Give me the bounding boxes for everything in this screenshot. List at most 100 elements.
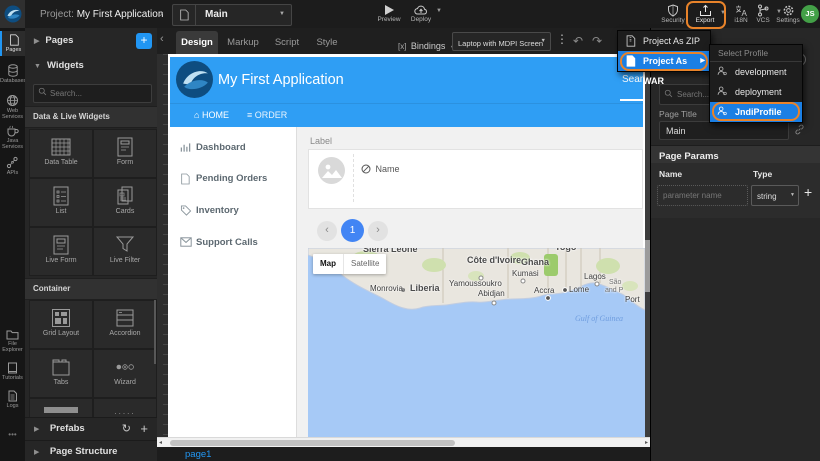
- widgets-section-header[interactable]: ▼Widgets: [25, 55, 157, 77]
- nav-order-link[interactable]: ≡ ORDER: [247, 110, 287, 120]
- api-icon: [6, 156, 19, 169]
- rail-item-logs[interactable]: Logs: [0, 390, 25, 409]
- user-avatar[interactable]: JS: [801, 5, 819, 23]
- rail-item-apis[interactable]: APIs: [0, 156, 25, 176]
- menu-item-deployment[interactable]: deployment: [710, 82, 802, 102]
- menu-item-support-calls[interactable]: Support Calls: [170, 234, 296, 254]
- panel-scrollbar[interactable]: [154, 300, 156, 364]
- pagination-next-button[interactable]: ›: [368, 221, 388, 241]
- widget-tile-partial[interactable]: .....: [94, 399, 156, 417]
- widget-tile-data-table[interactable]: Data Table: [30, 130, 92, 177]
- rail-item-tutorials[interactable]: Tutorials: [0, 362, 25, 381]
- page-structure-header[interactable]: ▶ Page Structure: [25, 440, 157, 461]
- widget-tile-form[interactable]: Form: [94, 130, 156, 177]
- pagination-page-1[interactable]: 1: [341, 219, 364, 242]
- cloud-upload-icon: [414, 4, 428, 16]
- param-type-value: string: [757, 192, 777, 201]
- menu-item-inventory[interactable]: Inventory: [170, 202, 296, 222]
- scroll-left-arrow[interactable]: ◂: [159, 439, 162, 446]
- menu-item-project-as-war[interactable]: Project As WAR ▶: [618, 51, 710, 71]
- widget-tile-live-form[interactable]: Live Form: [30, 228, 92, 275]
- menu-item-pending-orders[interactable]: Pending Orders: [170, 170, 296, 190]
- settings-button[interactable]: Settings ▼: [772, 4, 804, 24]
- scrollbar-thumb[interactable]: [170, 440, 455, 446]
- widget-tile-partial[interactable]: [30, 399, 92, 417]
- prefabs-section-header[interactable]: ▶ Prefabs ↻ +: [25, 417, 157, 440]
- collapse-panel-icon[interactable]: ‹: [160, 33, 164, 45]
- list-widget[interactable]: Name: [308, 149, 643, 209]
- satellite-button[interactable]: Satellite: [344, 254, 386, 274]
- export-button[interactable]: Export ▼: [688, 4, 722, 24]
- param-type-select[interactable]: string ▼: [751, 185, 799, 206]
- page-selector-dropdown[interactable]: Main ▼: [172, 4, 292, 26]
- more-options-icon[interactable]: ⋮: [556, 32, 568, 46]
- map-button[interactable]: Map: [313, 254, 343, 274]
- nav-home-link[interactable]: ⌂ HOME: [194, 110, 229, 120]
- menu-item-label: JndiProfile: [735, 102, 782, 122]
- more-dots-icon: •••: [8, 430, 16, 439]
- image-icon: [318, 157, 345, 184]
- widget-tile-cards[interactable]: Cards: [94, 179, 156, 226]
- page-structure-label: Page Structure: [50, 446, 118, 457]
- book-icon: [7, 362, 18, 374]
- widget-tile-accordion[interactable]: Accordion: [94, 301, 156, 348]
- add-param-button[interactable]: +: [804, 184, 812, 200]
- label-widget[interactable]: Label: [310, 136, 332, 146]
- device-selector[interactable]: Laptop with MDPI Screen ▼: [452, 32, 551, 51]
- rail-more-button[interactable]: •••: [0, 432, 25, 438]
- undo-icon[interactable]: ↶: [573, 34, 583, 48]
- param-name-input[interactable]: [657, 185, 748, 206]
- menu-item-label: Dashboard: [196, 142, 246, 153]
- widget-search-input[interactable]: [33, 84, 152, 103]
- rail-item-pages[interactable]: Pages: [0, 31, 25, 56]
- pagination-prev-button[interactable]: ‹: [317, 221, 337, 241]
- deploy-label: Deploy: [402, 16, 440, 23]
- project-label: Project:: [40, 9, 74, 20]
- refresh-prefabs-icon[interactable]: ↻: [122, 422, 131, 435]
- security-button[interactable]: Security: [654, 4, 692, 24]
- globe-icon: [6, 94, 19, 107]
- scroll-right-arrow[interactable]: ▸: [645, 439, 648, 446]
- breadcrumb-chevron-icon: ›: [159, 6, 163, 20]
- widget-tile-wizard[interactable]: Wizard: [94, 350, 156, 397]
- rail-label: Databases: [0, 78, 25, 84]
- tab-markup[interactable]: Markup: [220, 31, 266, 54]
- rail-item-file-explorer[interactable]: File Explorer: [0, 329, 25, 353]
- widget-tile-live-filter[interactable]: Live Filter: [94, 228, 156, 275]
- menu-item-development[interactable]: development: [710, 62, 802, 82]
- tab-script[interactable]: Script: [266, 31, 308, 54]
- no-image-icon: [361, 164, 371, 174]
- rail-item-web-services[interactable]: Web Services: [0, 94, 25, 120]
- translate-icon: A: [735, 4, 748, 17]
- rail-item-databases[interactable]: Databases: [0, 64, 25, 84]
- wavemaker-logo[interactable]: [0, 0, 25, 28]
- bindings-icon: [x]: [398, 42, 406, 51]
- widget-tile-list[interactable]: List: [30, 179, 92, 226]
- add-prefab-icon[interactable]: +: [140, 421, 148, 436]
- form-icon: [115, 137, 135, 157]
- dashboard-icon: [180, 142, 191, 153]
- google-map-widget[interactable]: Sierra Leone Côte d'Ivoire Ghana Togo Li…: [308, 248, 645, 437]
- deploy-button[interactable]: Deploy ▼: [402, 4, 440, 23]
- tab-style[interactable]: Style: [308, 31, 346, 54]
- link-icon[interactable]: [794, 124, 805, 135]
- add-page-button[interactable]: +: [136, 33, 152, 49]
- widget-tile-tabs[interactable]: Tabs: [30, 350, 92, 397]
- gear-icon: [782, 4, 795, 17]
- map-label-city: Abidjan: [478, 289, 505, 298]
- page-params-header: Page Params: [651, 145, 820, 164]
- search-nav-link[interactable]: Search: [622, 74, 645, 85]
- tab-design[interactable]: Design: [176, 31, 218, 54]
- menu-item-dashboard[interactable]: Dashboard: [170, 139, 296, 159]
- security-label: Security: [654, 17, 692, 24]
- page-title-input[interactable]: [659, 121, 789, 140]
- app-header[interactable]: My First Application Search: [170, 57, 643, 103]
- menu-item-project-as-zip[interactable]: Project As ZIP: [618, 31, 710, 51]
- redo-icon[interactable]: ↷: [592, 34, 602, 48]
- menu-item-jndiprofile[interactable]: JndiProfile: [710, 102, 802, 122]
- bindings-button[interactable]: [x] Bindings ▼: [398, 36, 455, 54]
- widget-tile-grid-layout[interactable]: Grid Layout: [30, 301, 92, 348]
- bottom-page-tab[interactable]: page1: [185, 449, 211, 460]
- map-label-country: Ghana: [521, 257, 549, 267]
- rail-item-java-services[interactable]: Java Services: [0, 125, 25, 150]
